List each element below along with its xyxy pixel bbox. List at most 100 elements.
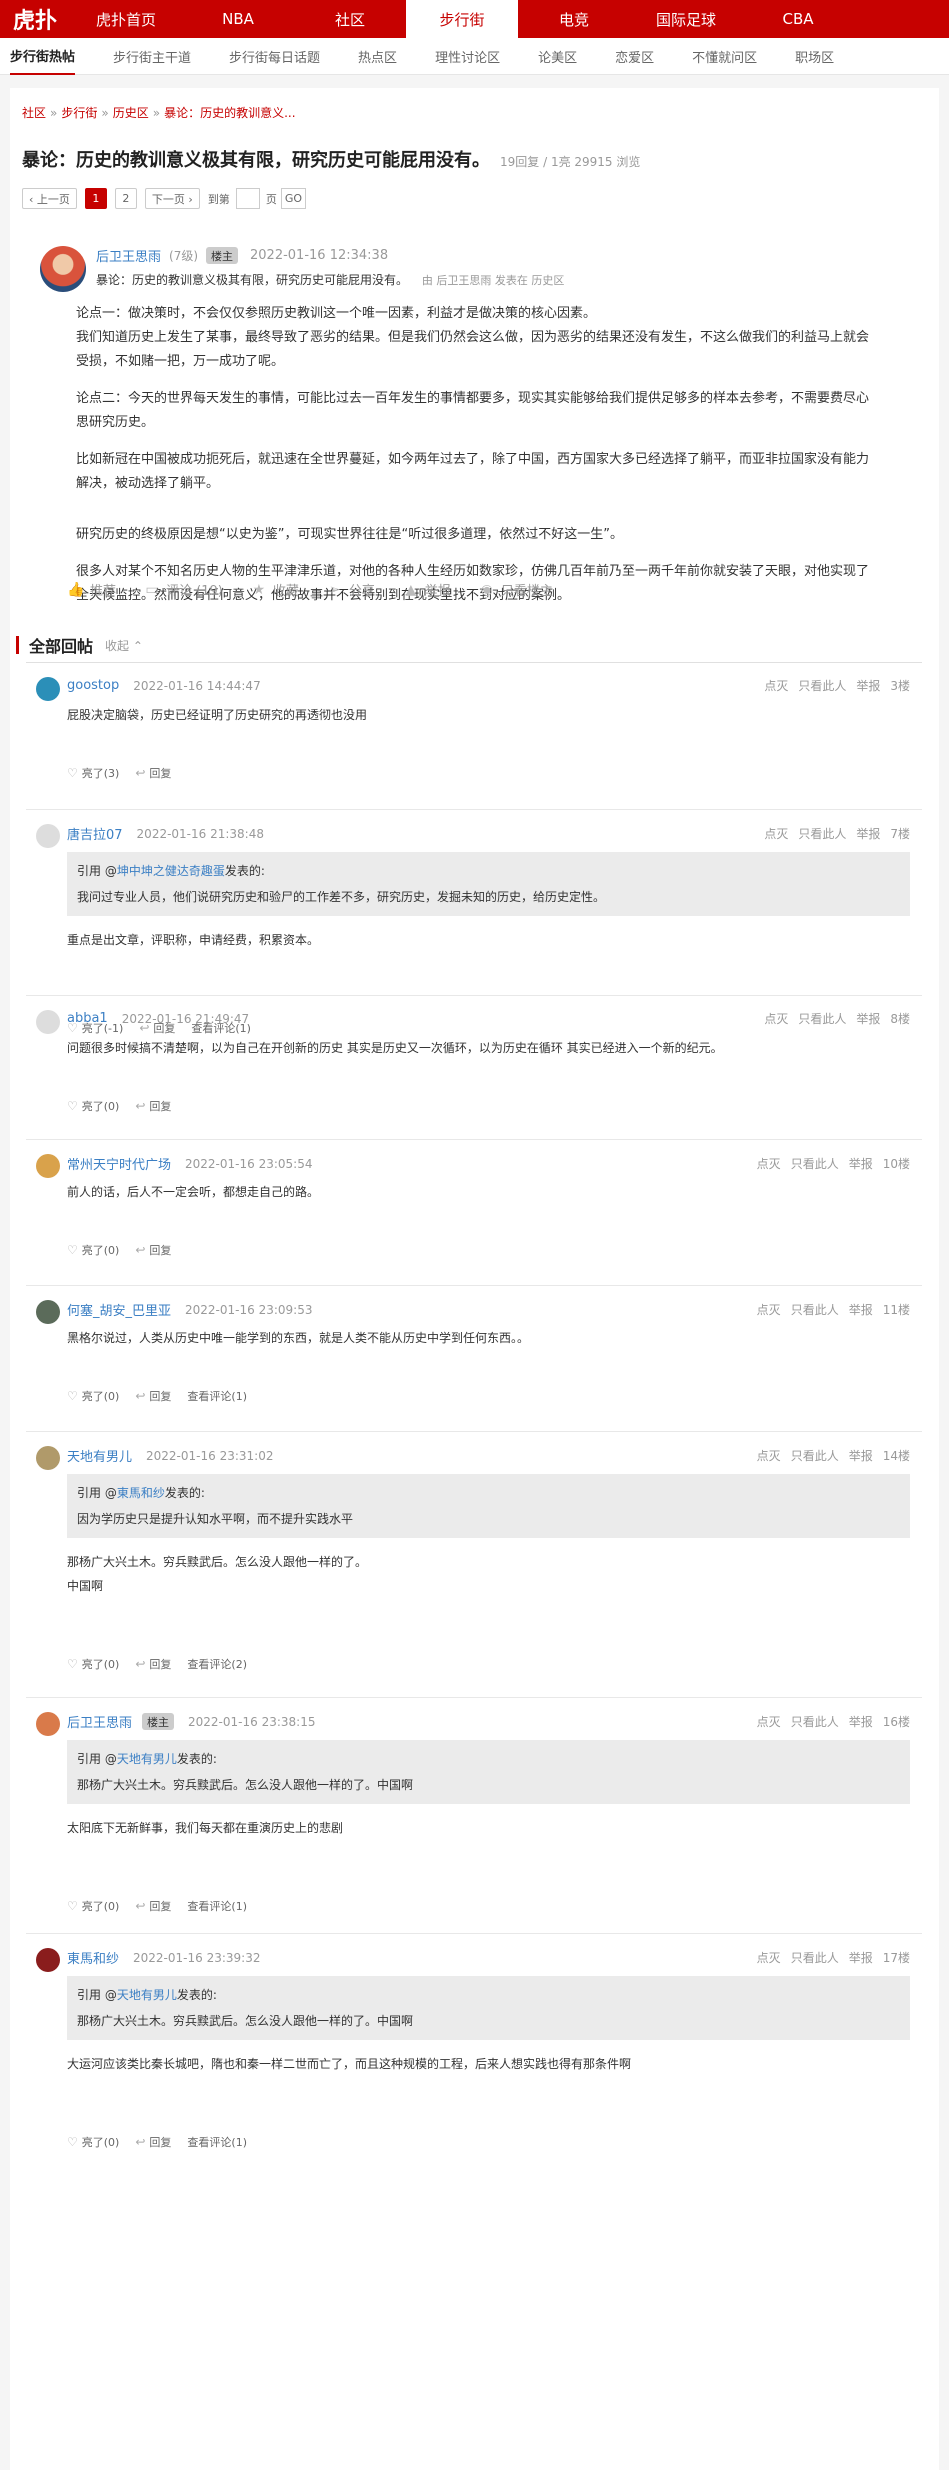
goto-page-input[interactable] — [235, 188, 260, 209]
reply-username[interactable]: 后卫王思雨 — [67, 1712, 132, 1731]
breadcrumb-current[interactable]: 暴论：历史的教训意义... — [164, 106, 295, 120]
light-off-button[interactable]: 点灭 — [757, 1447, 781, 1464]
light-off-button[interactable]: 点灭 — [757, 1949, 781, 1966]
reply-avatar[interactable] — [36, 1712, 60, 1736]
report-reply-button[interactable]: 举报 — [849, 1447, 873, 1464]
breadcrumb-community[interactable]: 社区 — [22, 106, 46, 120]
report-reply-button[interactable]: 举报 — [856, 1010, 880, 1027]
op-avatar[interactable] — [40, 246, 86, 292]
light-up-button[interactable]: ♡ 亮了(0) — [67, 1098, 119, 1114]
light-up-button[interactable]: ♡ 亮了(0) — [67, 1388, 119, 1404]
report-button[interactable]: ▲ 举报 — [403, 580, 450, 600]
subnav-item-beauty[interactable]: 论美区 — [538, 38, 577, 75]
light-up-button[interactable]: ♡ 亮了(0) — [67, 2134, 119, 2150]
reply-username[interactable]: 何塞_胡安_巴里亚 — [67, 1300, 171, 1319]
light-up-button[interactable]: ♡ 亮了(0) — [67, 1656, 119, 1672]
reply-avatar[interactable] — [36, 1948, 60, 1972]
subnav-item-love[interactable]: 恋爱区 — [615, 38, 654, 75]
view-comments-button[interactable]: 查看评论(1) — [187, 2134, 247, 2150]
reply-username[interactable]: abba1 — [67, 1011, 108, 1026]
breadcrumb-history[interactable]: 历史区 — [113, 106, 149, 120]
view-comments-button[interactable]: 查看评论(2) — [187, 1656, 247, 1672]
nav-item-soccer[interactable]: 国际足球 — [630, 0, 742, 38]
recommend-button[interactable]: 👍 推荐 — [67, 580, 116, 600]
share-button[interactable]: ➢ 分享 — [327, 580, 375, 600]
reply-avatar[interactable] — [36, 677, 60, 701]
quote-username[interactable]: 坤中坤之健达奇趣蛋 — [117, 864, 225, 878]
nav-item-home[interactable]: 虎扑首页 — [70, 0, 182, 38]
reply-button[interactable]: ↩ 回复 — [135, 1898, 171, 1914]
reply-button[interactable]: ↩ 回复 — [135, 1656, 171, 1672]
reply-avatar[interactable] — [36, 1446, 60, 1470]
floor-number: 3楼 — [890, 679, 910, 693]
subnav-item-daily[interactable]: 步行街每日话题 — [229, 38, 320, 75]
hupu-logo[interactable]: 虎扑 — [0, 0, 70, 38]
nav-item-cba[interactable]: CBA — [742, 0, 854, 38]
light-up-button[interactable]: ♡ 亮了(0) — [67, 1898, 119, 1914]
reply-username[interactable]: 常州天宁时代广场 — [67, 1154, 171, 1173]
fold-toggle[interactable]: 收起 ⌃ — [105, 637, 143, 654]
only-this-user-button[interactable]: 只看此人 — [791, 1301, 839, 1318]
reply-button[interactable]: ↩ 回复 — [135, 2134, 171, 2150]
reply-avatar[interactable] — [36, 824, 60, 848]
view-comments-button[interactable]: 查看评论(1) — [187, 1388, 247, 1404]
reply-button[interactable]: ↩ 回复 — [135, 1242, 171, 1258]
only-this-user-button[interactable]: 只看此人 — [791, 1155, 839, 1172]
reply-username[interactable]: 東馬和纱 — [67, 1948, 119, 1967]
reply-quote: 引用 @東馬和纱发表的: 因为学历史只是提升认知水平啊，而不提升实践水平 — [67, 1474, 910, 1538]
reply-avatar[interactable] — [36, 1300, 60, 1324]
only-this-user-button[interactable]: 只看此人 — [798, 825, 846, 842]
only-op-button[interactable]: ◉ 只看楼主 — [479, 580, 553, 600]
reply-username[interactable]: 唐吉拉07 — [67, 824, 123, 843]
quote-username[interactable]: 天地有男儿 — [117, 1752, 177, 1766]
light-off-button[interactable]: 点灭 — [764, 1010, 788, 1027]
quote-username[interactable]: 天地有男儿 — [117, 1988, 177, 2002]
only-this-user-button[interactable]: 只看此人 — [798, 1010, 846, 1027]
page-1-button[interactable]: 1 — [84, 188, 107, 209]
light-off-button[interactable]: 点灭 — [764, 825, 788, 842]
report-reply-button[interactable]: 举报 — [849, 1301, 873, 1318]
quote-username[interactable]: 東馬和纱 — [117, 1486, 165, 1500]
light-off-button[interactable]: 点灭 — [764, 677, 788, 694]
report-reply-button[interactable]: 举报 — [856, 677, 880, 694]
op-username[interactable]: 后卫王思雨 — [96, 246, 161, 265]
report-reply-button[interactable]: 举报 — [849, 1155, 873, 1172]
only-this-user-button[interactable]: 只看此人 — [791, 1713, 839, 1730]
nav-item-nba[interactable]: NBA — [182, 0, 294, 38]
reply-username[interactable]: 天地有男儿 — [67, 1446, 132, 1465]
light-up-button[interactable]: ♡ 亮了(3) — [67, 765, 119, 781]
only-this-user-button[interactable]: 只看此人 — [798, 677, 846, 694]
report-reply-button[interactable]: 举报 — [849, 1713, 873, 1730]
only-this-user-button[interactable]: 只看此人 — [791, 1949, 839, 1966]
subnav-item-ask[interactable]: 不懂就问区 — [692, 38, 757, 75]
reply-button[interactable]: ↩ 回复 — [135, 1388, 171, 1404]
breadcrumb-bxj[interactable]: 步行街 — [61, 106, 97, 120]
reply-avatar[interactable] — [36, 1154, 60, 1178]
collect-button[interactable]: ★ 收藏 — [251, 580, 299, 600]
subnav-item-rational[interactable]: 理性讨论区 — [435, 38, 500, 75]
report-reply-button[interactable]: 举报 — [849, 1949, 873, 1966]
subnav-item-main[interactable]: 步行街主干道 — [113, 38, 191, 75]
light-off-button[interactable]: 点灭 — [757, 1713, 781, 1730]
light-up-button[interactable]: ♡ 亮了(0) — [67, 1242, 119, 1258]
comment-button[interactable]: ▭ 评论 (19) — [144, 580, 222, 600]
page-2-button[interactable]: 2 — [114, 188, 137, 209]
subnav-item-hotspot[interactable]: 热点区 — [358, 38, 397, 75]
reply-username[interactable]: goostop — [67, 678, 119, 693]
subnav-item-hot[interactable]: 步行街热帖 — [10, 38, 76, 75]
nav-item-community[interactable]: 社区 — [294, 0, 406, 38]
nav-item-bxj[interactable]: 步行街 — [406, 0, 518, 38]
next-page-button[interactable]: 下一页 › — [144, 188, 200, 209]
go-button[interactable]: GO — [280, 188, 306, 209]
reply-avatar[interactable] — [36, 1010, 60, 1034]
only-this-user-button[interactable]: 只看此人 — [791, 1447, 839, 1464]
reply-button[interactable]: ↩ 回复 — [135, 765, 171, 781]
subnav-item-work[interactable]: 职场区 — [795, 38, 834, 75]
light-off-button[interactable]: 点灭 — [757, 1301, 781, 1318]
prev-page-button[interactable]: ‹ 上一页 — [22, 188, 77, 209]
report-reply-button[interactable]: 举报 — [856, 825, 880, 842]
light-off-button[interactable]: 点灭 — [757, 1155, 781, 1172]
reply-button[interactable]: ↩ 回复 — [135, 1098, 171, 1114]
nav-item-esports[interactable]: 电竞 — [518, 0, 630, 38]
view-comments-button[interactable]: 查看评论(1) — [187, 1898, 247, 1914]
